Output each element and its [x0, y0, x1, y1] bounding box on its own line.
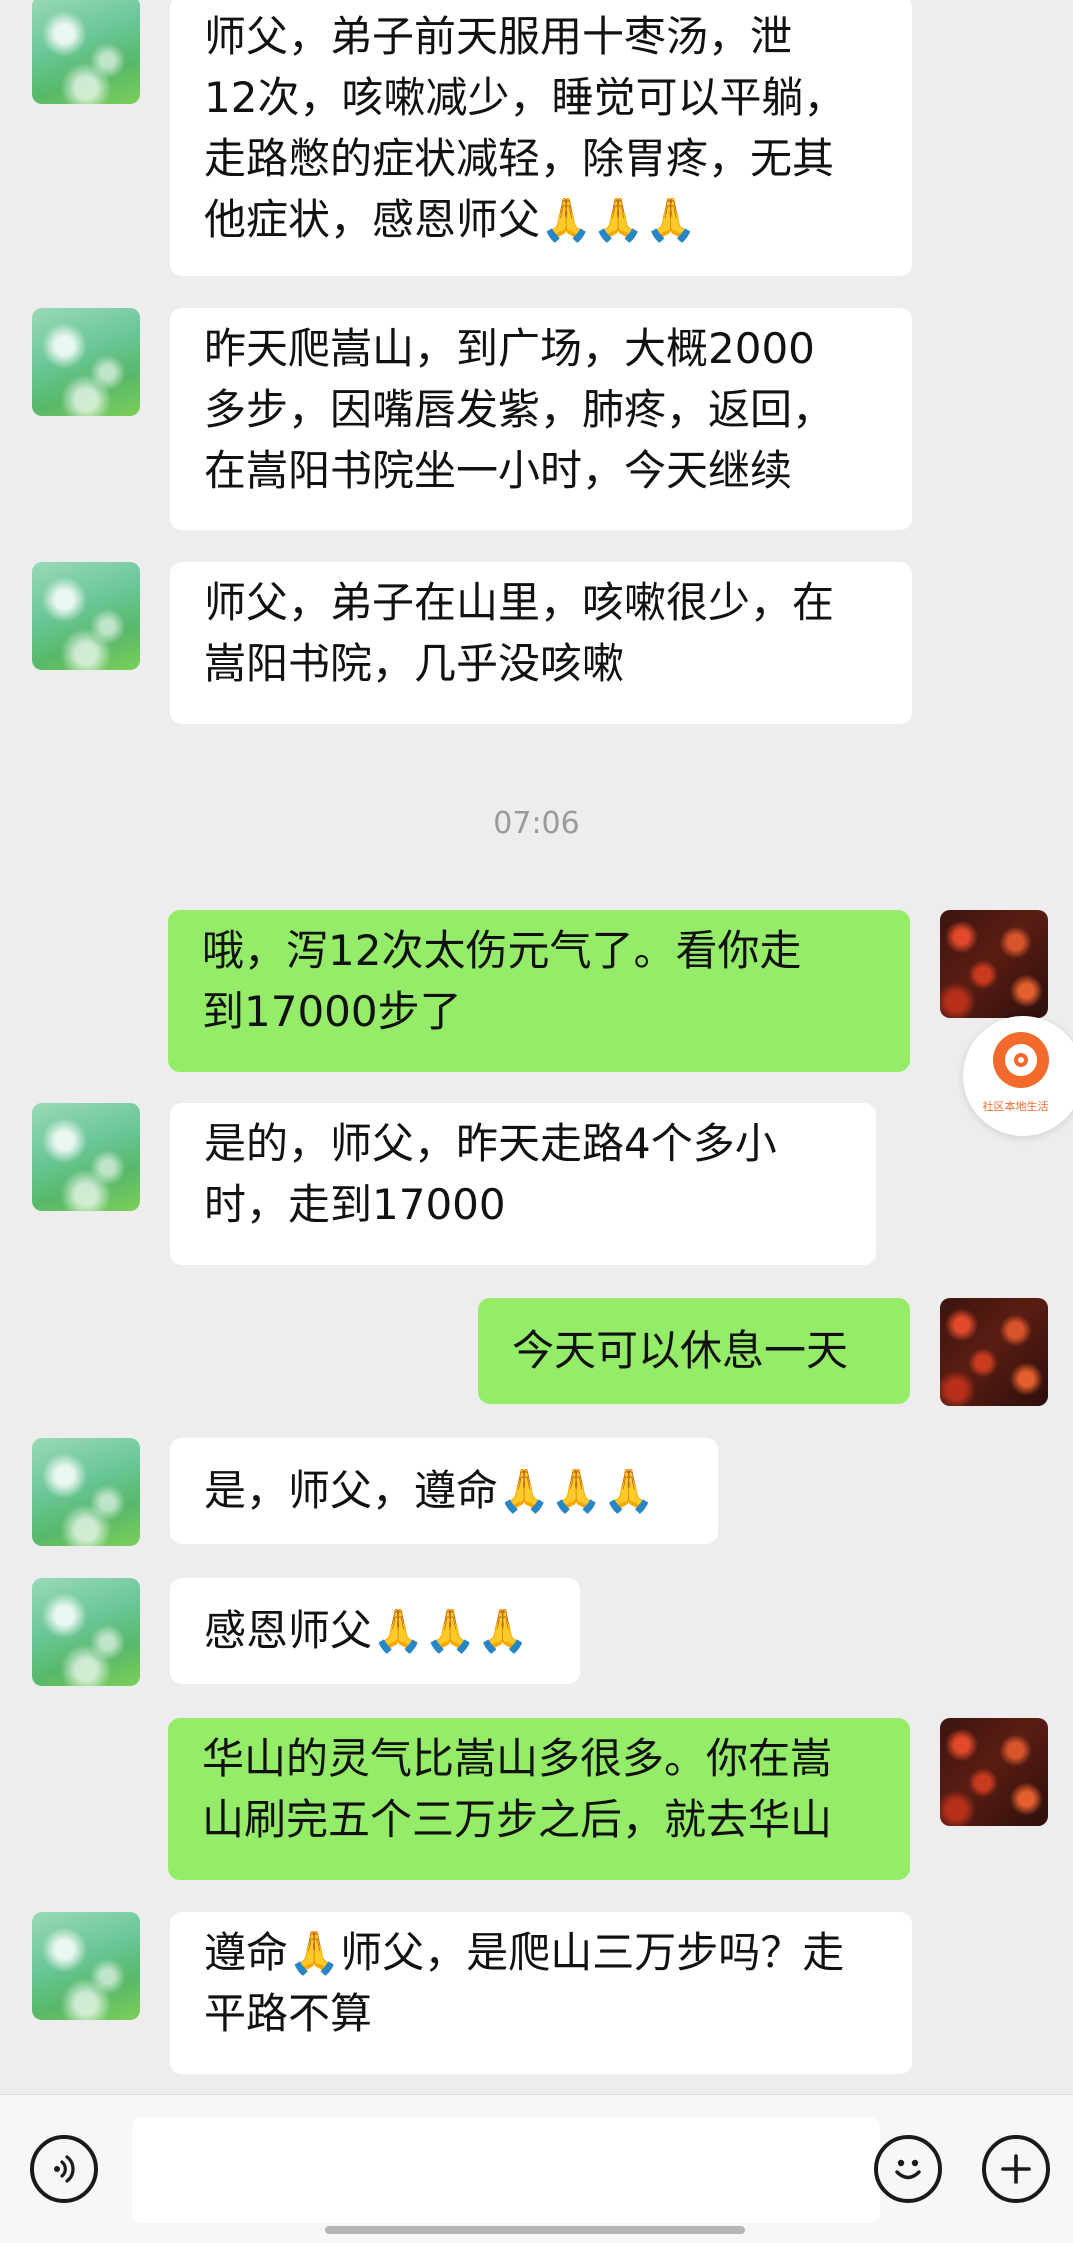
message-bubble-incoming[interactable]: 昨天爬嵩山，到广场，大概2000 多步，因嘴唇发紫，肺疼，返回， 在嵩阳书院坐一… [170, 308, 912, 530]
message-bubble-incoming[interactable]: 师父，弟子在山里，咳嗽很少，在 嵩阳书院，几乎没咳嗽 [170, 562, 912, 724]
floating-button-label: 社区本地生活 [982, 1100, 1049, 1113]
my-avatar[interactable] [940, 910, 1048, 1018]
message-bubble-incoming[interactable]: 师父，弟子前天服用十枣汤，泄 12次，咳嗽减少，睡觉可以平躺， 走路憋的症状减轻… [170, 0, 912, 276]
voice-icon[interactable] [30, 2135, 98, 2203]
contact-avatar[interactable] [32, 1912, 140, 2020]
my-avatar[interactable] [940, 1718, 1048, 1826]
home-indicator[interactable] [325, 2226, 745, 2234]
message-timestamp: 07:06 [493, 806, 580, 841]
message-bubble-incoming[interactable]: 遵命🙏师父，是爬山三万步吗？走 平路不算 [170, 1912, 912, 2074]
location-at-icon [993, 1032, 1049, 1088]
message-bubble-outgoing[interactable]: 今天可以休息一天 [478, 1298, 910, 1404]
message-bubble-incoming[interactable]: 感恩师父🙏🙏🙏 [170, 1578, 580, 1684]
local-life-floating-button[interactable]: 社区本地生活 [963, 1016, 1073, 1136]
message-bubble-outgoing[interactable]: 华山的灵气比嵩山多很多。你在嵩 山刷完五个三万步之后，就去华山 [168, 1718, 910, 1880]
message-bubble-outgoing[interactable]: 哦，泻12次太伤元气了。看你走 到17000步了 [168, 910, 910, 1072]
contact-avatar[interactable] [32, 1578, 140, 1686]
contact-avatar[interactable] [32, 0, 140, 104]
contact-avatar[interactable] [32, 562, 140, 670]
message-bubble-incoming[interactable]: 是，师父，遵命🙏🙏🙏 [170, 1438, 718, 1544]
contact-avatar[interactable] [32, 1438, 140, 1546]
plus-icon[interactable] [982, 2135, 1050, 2203]
contact-avatar[interactable] [32, 1103, 140, 1211]
contact-avatar[interactable] [32, 308, 140, 416]
message-bubble-incoming[interactable]: 是的，师父，昨天走路4个多小 时，走到17000 [170, 1103, 876, 1265]
message-input[interactable] [132, 2117, 880, 2223]
my-avatar[interactable] [940, 1298, 1048, 1406]
emoji-icon[interactable] [874, 2135, 942, 2203]
chat-input-bar [0, 2094, 1073, 2243]
